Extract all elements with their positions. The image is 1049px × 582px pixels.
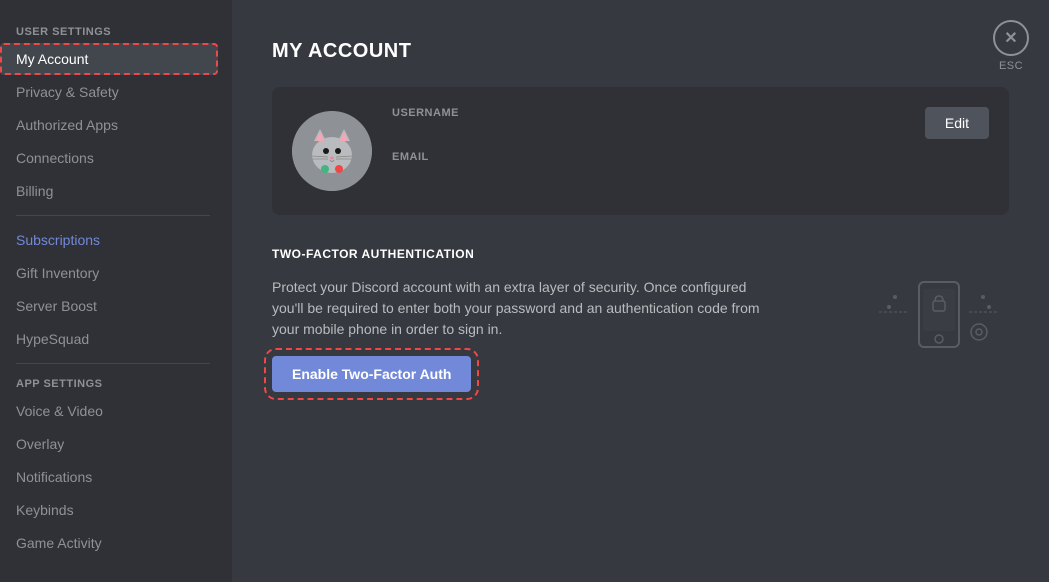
- sidebar-item-label: Server Boost: [16, 298, 97, 314]
- edit-button[interactable]: Edit: [925, 107, 989, 139]
- tfa-section: TWO-FACTOR AUTHENTICATION Protect your D…: [272, 247, 1009, 392]
- sidebar-item-label: Privacy & Safety: [16, 84, 119, 100]
- sidebar-item-gift-inventory[interactable]: Gift Inventory: [0, 257, 218, 289]
- sidebar-item-keybinds[interactable]: Keybinds: [0, 494, 218, 526]
- sidebar-item-hypesquad[interactable]: HypeSquad: [0, 323, 218, 355]
- sidebar-item-label: Subscriptions: [16, 232, 100, 248]
- close-icon: ✕: [993, 20, 1029, 56]
- sidebar: USER SETTINGS My Account Privacy & Safet…: [0, 0, 232, 582]
- sidebar-item-label: Overlay: [16, 436, 64, 452]
- sidebar-item-label: Game Activity: [16, 535, 102, 551]
- sidebar-item-label: Gift Inventory: [16, 265, 99, 281]
- esc-button[interactable]: ✕ ESC: [993, 20, 1029, 72]
- sidebar-item-label: HypeSquad: [16, 331, 89, 347]
- email-label: EMAIL: [392, 151, 925, 163]
- sidebar-item-label: My Account: [16, 51, 88, 67]
- sidebar-item-label: Billing: [16, 183, 53, 199]
- sidebar-divider-1: [16, 215, 210, 216]
- sidebar-item-label: Keybinds: [16, 502, 74, 518]
- enable-tfa-button[interactable]: Enable Two-Factor Auth: [272, 356, 471, 392]
- phone-icon: [869, 277, 1009, 357]
- esc-label: ESC: [999, 60, 1023, 72]
- sidebar-divider-2: [16, 363, 210, 364]
- sidebar-item-label: Notifications: [16, 469, 92, 485]
- sidebar-item-label: Connections: [16, 150, 94, 166]
- avatar: [292, 111, 372, 191]
- account-info: USERNAME EMAIL: [392, 107, 925, 195]
- sidebar-item-subscriptions[interactable]: Subscriptions: [0, 224, 218, 256]
- sidebar-item-overlay[interactable]: Overlay: [0, 428, 218, 460]
- app-settings-section-label: APP SETTINGS: [0, 372, 226, 394]
- tfa-description: Protect your Discord account with an ext…: [272, 277, 772, 340]
- sidebar-item-voice-video[interactable]: Voice & Video: [0, 395, 218, 427]
- avatar-image: [292, 111, 372, 191]
- tfa-title: TWO-FACTOR AUTHENTICATION: [272, 247, 1009, 261]
- sidebar-item-label: Authorized Apps: [16, 117, 118, 133]
- phone-illustration: [869, 277, 1009, 357]
- account-card: USERNAME EMAIL Edit: [272, 87, 1009, 215]
- sidebar-item-notifications[interactable]: Notifications: [0, 461, 218, 493]
- username-value: [392, 121, 925, 139]
- sidebar-item-server-boost[interactable]: Server Boost: [0, 290, 218, 322]
- sidebar-item-connections[interactable]: Connections: [0, 142, 218, 174]
- sidebar-item-label: Voice & Video: [16, 403, 103, 419]
- sidebar-item-authorized-apps[interactable]: Authorized Apps: [0, 109, 218, 141]
- sidebar-item-privacy-safety[interactable]: Privacy & Safety: [0, 76, 218, 108]
- page-title: MY ACCOUNT: [272, 40, 1009, 63]
- user-settings-section-label: USER SETTINGS: [0, 20, 226, 42]
- tfa-text: Protect your Discord account with an ext…: [272, 277, 772, 392]
- username-label: USERNAME: [392, 107, 925, 119]
- main-content: ✕ ESC MY ACCOUNT: [232, 0, 1049, 582]
- sidebar-item-billing[interactable]: Billing: [0, 175, 218, 207]
- sidebar-item-my-account[interactable]: My Account: [0, 43, 218, 75]
- tfa-content: Protect your Discord account with an ext…: [272, 277, 1009, 392]
- sidebar-item-game-activity[interactable]: Game Activity: [0, 527, 218, 559]
- email-value: [392, 165, 925, 183]
